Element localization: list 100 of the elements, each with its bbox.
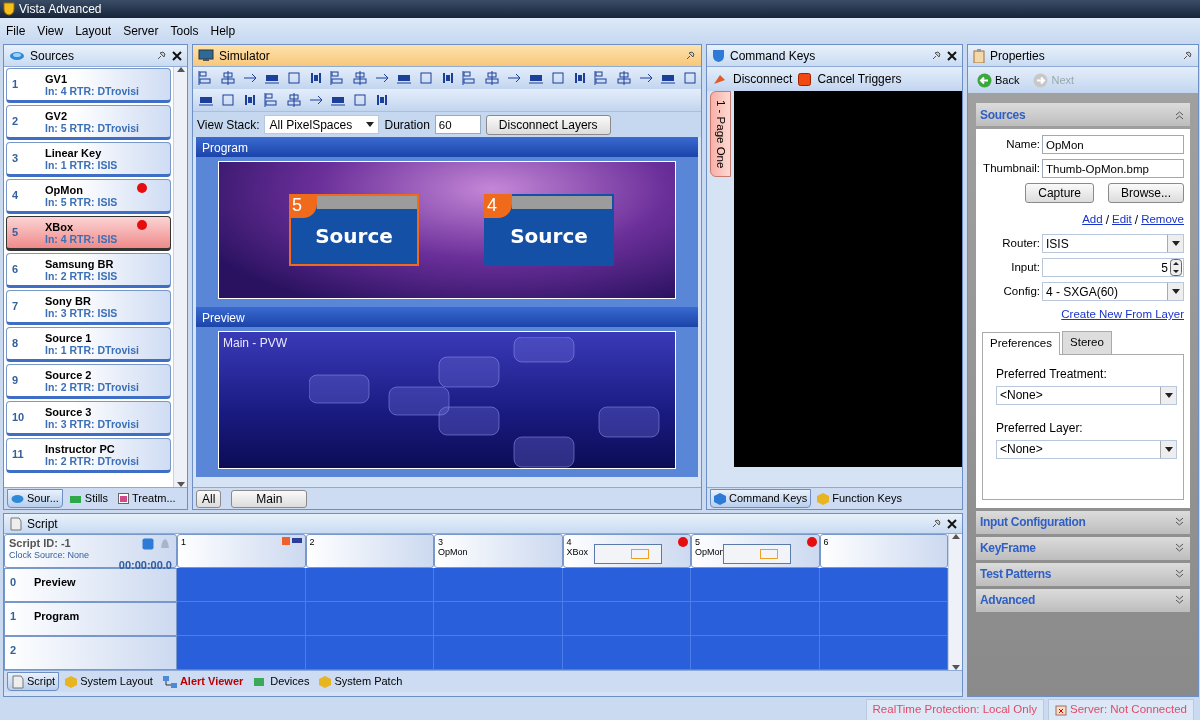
tab[interactable]: Stereo — [1062, 331, 1112, 354]
field-label: Name: — [1005, 136, 1040, 152]
source-name: Source 2 — [45, 368, 93, 381]
section-header[interactable]: Input Configuration — [976, 510, 1190, 534]
thumbnail-field[interactable]: Thumb-OpMon.bmp — [1042, 159, 1184, 178]
source-window[interactable]: 4 Source — [484, 194, 614, 266]
disconnect-layers-button[interactable]: Disconnect Layers — [485, 114, 611, 135]
layer-dropdown[interactable]: <None> — [996, 439, 1177, 459]
tab[interactable]: Sour... — [7, 489, 63, 508]
field-label: Router: — [1001, 235, 1040, 251]
source-name: Sony BR — [45, 294, 92, 307]
nav-button[interactable]: Back — [973, 70, 1024, 90]
menu-item[interactable]: Layout — [75, 22, 112, 40]
column-number: 5 — [695, 537, 701, 547]
timeline-column-header[interactable]: 3 OpMon — [434, 534, 563, 568]
menu-item[interactable]: File — [6, 22, 26, 40]
tab[interactable]: Script — [7, 672, 60, 691]
window-number: 5 — [289, 194, 317, 218]
source-item[interactable]: 10 Source 3 In: 3 RTR: DTrovisi — [6, 401, 171, 436]
link[interactable]: Edit — [1112, 211, 1132, 229]
capture-button[interactable]: Capture — [1025, 183, 1094, 203]
menu-item[interactable]: Help — [210, 22, 236, 40]
source-item[interactable]: 1 GV1 In: 4 RTR: DTrovisi — [6, 68, 171, 103]
timeline-row-header[interactable]: 0 Preview — [4, 568, 177, 602]
column-name: OpMon — [438, 547, 469, 557]
tab[interactable]: Alert Viewer — [158, 672, 248, 691]
row-number: 2 — [10, 643, 18, 658]
panel-title: Sources — [30, 47, 76, 65]
source-name: Source 1 — [45, 331, 93, 344]
treatment-dropdown[interactable]: <None> — [996, 385, 1177, 405]
page-tab[interactable]: 1 - Page One — [710, 91, 732, 178]
tab[interactable]: Function Keys — [813, 489, 906, 508]
source-name: OpMon — [45, 183, 84, 196]
source-item[interactable]: 5 XBox In: 4 RTR: ISIS — [6, 216, 171, 251]
input-spinner[interactable]: 5 — [1042, 258, 1184, 277]
timeline-column-header[interactable]: 6 — [819, 534, 948, 568]
source-item[interactable]: 2 GV2 In: 5 RTR: DTrovisi — [6, 105, 171, 140]
source-item[interactable]: 9 Source 2 In: 2 RTR: DTrovisi — [6, 364, 171, 399]
column-number: 2 — [309, 537, 316, 547]
tab[interactable]: Devices — [249, 672, 314, 691]
view-stack-label: View Stack: — [197, 116, 260, 134]
toolbar-button[interactable]: Disconnect — [733, 70, 793, 88]
layer-button[interactable]: All — [196, 489, 222, 508]
toolbar-button[interactable]: Cancel Triggers — [817, 70, 902, 88]
view-stack-dropdown[interactable]: All PixelSpaces — [264, 115, 380, 134]
row-name: Preview — [34, 575, 76, 590]
menu-item[interactable]: Tools — [170, 22, 199, 40]
column-name: XBox — [566, 547, 589, 557]
source-name: Instructor PC — [45, 442, 116, 455]
timeline-row-header[interactable]: 2 — [4, 636, 177, 670]
section-header[interactable]: Advanced — [976, 588, 1190, 612]
panel-title: Script — [27, 515, 59, 533]
timeline-column-header[interactable]: 2 — [305, 534, 434, 568]
source-number: 3 — [12, 151, 20, 167]
layer-button[interactable]: Main — [231, 489, 308, 508]
section-header[interactable]: Test Patterns — [976, 562, 1190, 586]
timeline-column-header[interactable]: 4 XBox — [562, 534, 691, 568]
source-item[interactable]: 8 Source 1 In: 1 RTR: DTrovisi — [6, 327, 171, 362]
source-info: In: 4 RTR: ISIS — [45, 232, 118, 245]
source-item[interactable]: 11 Instructor PC In: 2 RTR: DTrovisi — [6, 438, 171, 473]
panel-title: Command Keys — [730, 47, 817, 65]
tab[interactable]: System Patch — [315, 672, 407, 691]
source-info: In: 3 RTR: DTrovisi — [45, 417, 139, 430]
source-item[interactable]: 7 Sony BR In: 3 RTR: ISIS — [6, 290, 171, 325]
script-id: Script ID: -1 — [9, 537, 71, 550]
source-item[interactable]: 6 Samsung BR In: 2 RTR: ISIS — [6, 253, 171, 288]
browse-button[interactable]: Browse... — [1108, 183, 1184, 203]
panel-title: Simulator — [219, 47, 271, 65]
menu-item[interactable]: Server — [123, 22, 159, 40]
tab[interactable]: Treatm... — [114, 489, 180, 508]
timeline-row-header[interactable]: 1 Program — [4, 602, 177, 636]
source-window[interactable]: 5 Source — [289, 194, 419, 266]
tab[interactable]: System Layout — [61, 672, 157, 691]
duration-field[interactable]: 60 — [434, 115, 481, 134]
create-layer-link[interactable]: Create New From Layer — [1061, 306, 1184, 324]
source-item[interactable]: 3 Linear Key In: 1 RTR: ISIS — [6, 142, 171, 177]
source-item[interactable]: 4 OpMon In: 5 RTR: ISIS — [6, 179, 171, 214]
source-info: In: 4 RTR: DTrovisi — [45, 84, 139, 97]
tab[interactable]: Stills — [64, 489, 113, 508]
menu-item[interactable]: View — [37, 22, 64, 40]
section-header[interactable]: KeyFrame — [976, 536, 1190, 560]
window-title: Vista Advanced — [19, 1, 102, 18]
link[interactable]: Remove — [1141, 211, 1184, 229]
name-field[interactable]: OpMon — [1042, 135, 1184, 154]
tab[interactable]: Preferences — [982, 332, 1060, 355]
source-info: In: 5 RTR: ISIS — [45, 195, 118, 208]
separator: / — [1105, 212, 1109, 229]
config-dropdown[interactable]: 4 - SXGA(60) — [1042, 282, 1184, 301]
field-label: Preferred Treatment: — [996, 365, 1108, 383]
row-name: Program — [34, 609, 80, 624]
source-name: XBox — [45, 220, 75, 233]
timeline-column-header[interactable]: 1 — [177, 534, 306, 568]
source-number: 11 — [12, 447, 25, 463]
tab[interactable]: Command Keys — [710, 489, 812, 508]
link[interactable]: Add — [1082, 211, 1103, 229]
section-header[interactable]: Sources — [976, 103, 1190, 126]
row-number: 0 — [10, 575, 18, 590]
router-dropdown[interactable]: ISIS — [1042, 234, 1184, 253]
source-info: In: 2 RTR: DTrovisi — [45, 380, 139, 393]
source-name: Linear Key — [45, 146, 103, 159]
